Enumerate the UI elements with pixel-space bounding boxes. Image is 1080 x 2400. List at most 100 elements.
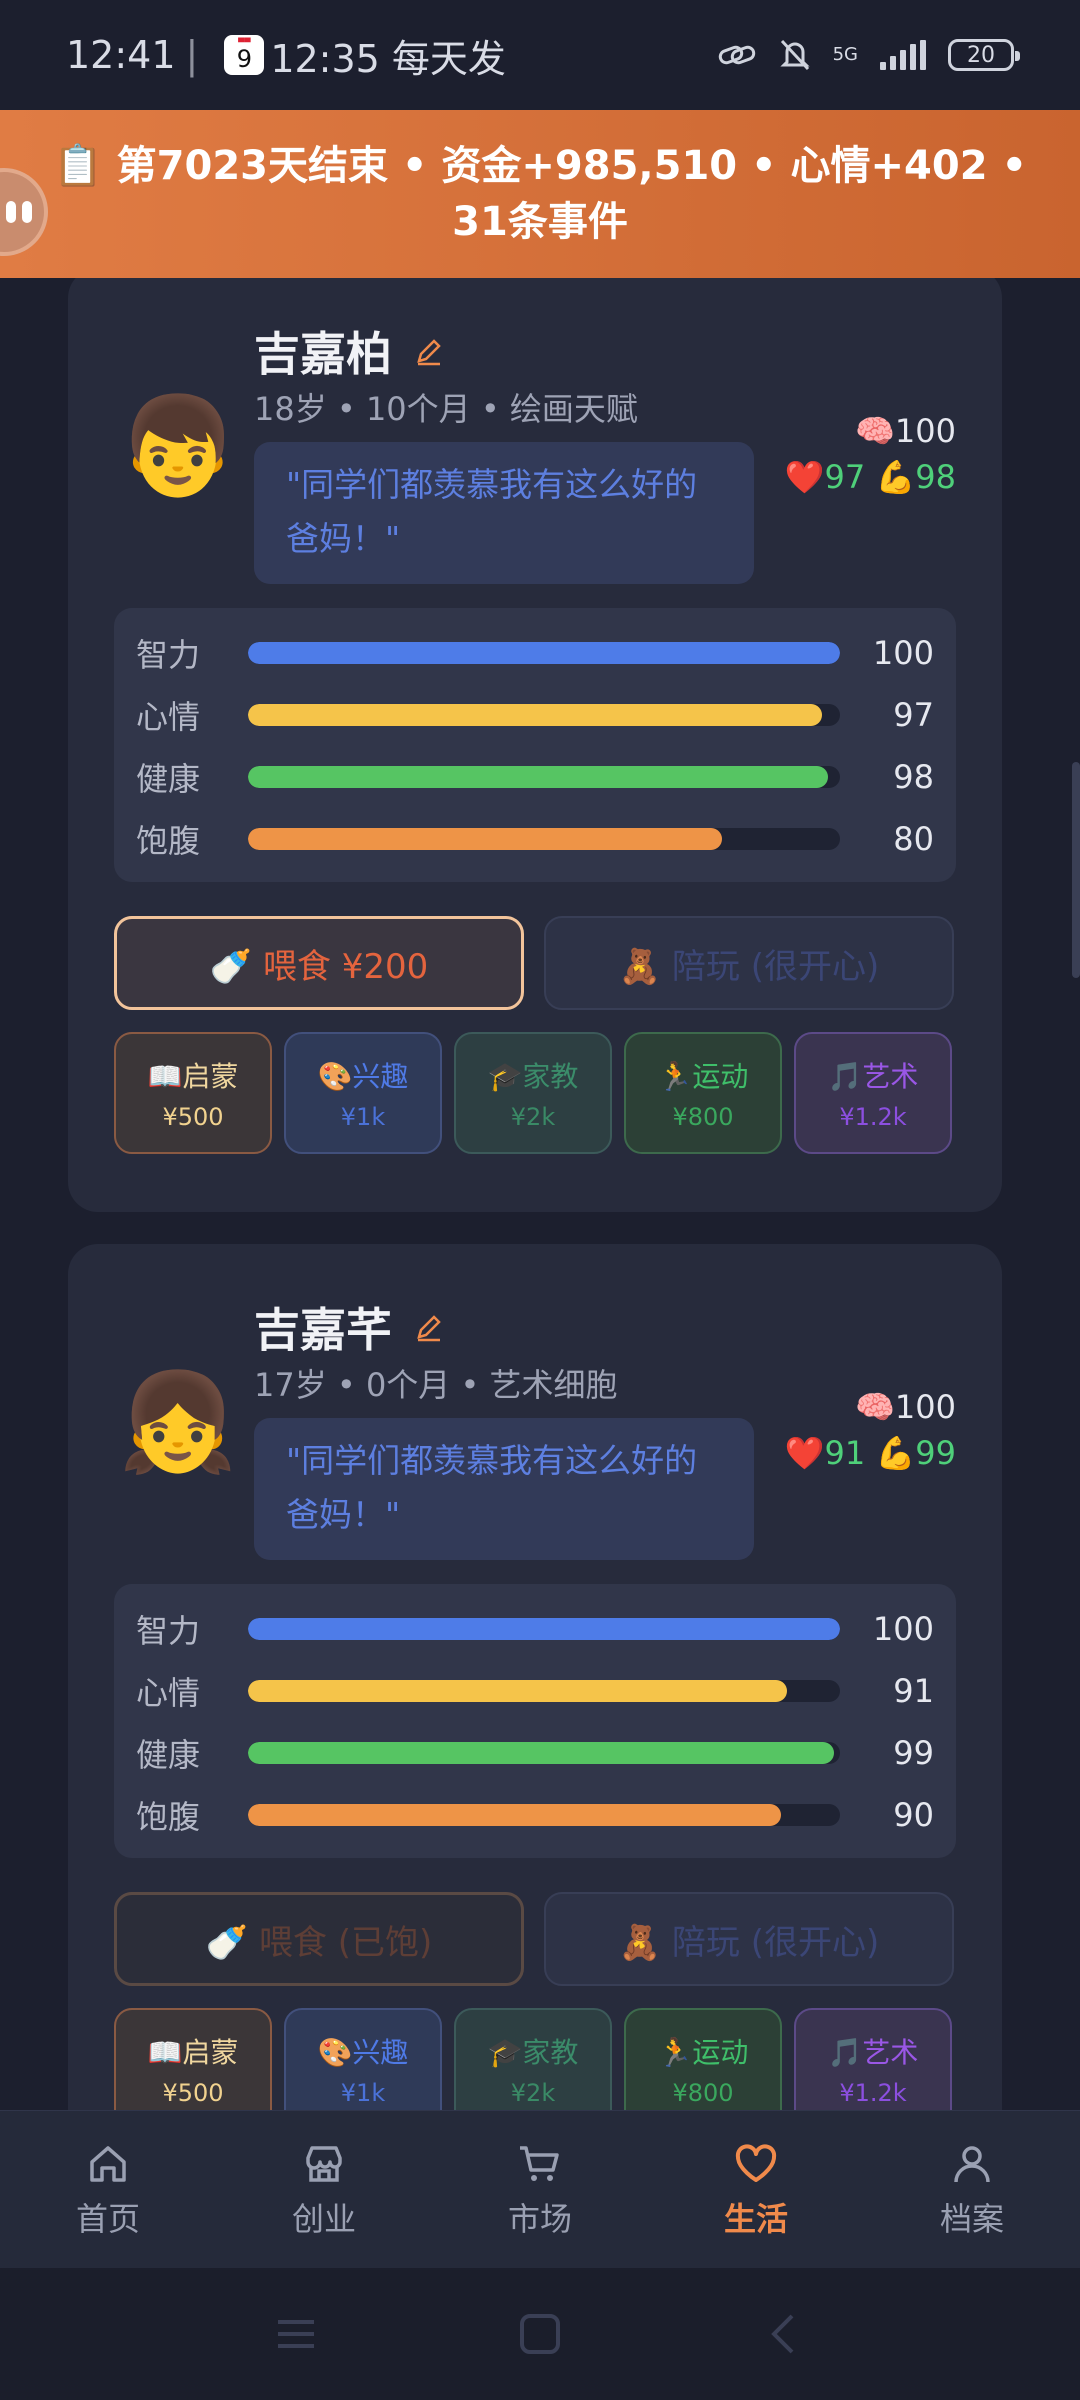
- education-tiles: 📖启蒙 ¥500 🎨兴趣 ¥1k 🎓家教 ¥2k 🏃运动 ¥800 🎵艺术 ¥1.2k: [114, 2008, 952, 2110]
- tile-title: 🏃运动: [657, 2036, 749, 2069]
- nav-label: 市场: [507, 2199, 572, 2238]
- stat-bar-fill: [248, 1680, 787, 1702]
- nav-item-profile[interactable]: 档案: [864, 2111, 1080, 2268]
- tile-sports[interactable]: 🏃运动 ¥800: [624, 2008, 782, 2110]
- edit-pencil-icon[interactable]: [414, 1312, 444, 1342]
- status-separator: |: [185, 33, 199, 77]
- stat-label: 健康: [136, 760, 201, 798]
- child-quote: "同学们都羡慕我有这么好的爸妈！": [254, 442, 754, 584]
- stat-bar-track: [248, 704, 840, 726]
- tile-enlightenment[interactable]: 📖启蒙 ¥500: [114, 2008, 272, 2110]
- mini-iq: 🧠100: [855, 412, 956, 450]
- menu-icon[interactable]: [274, 2312, 318, 2356]
- tile-tutor[interactable]: 🎓家教 ¥2k: [454, 2008, 612, 2110]
- education-tiles: 📖启蒙 ¥500 🎨兴趣 ¥1k 🎓家教 ¥2k 🏃运动 ¥800 🎵艺术 ¥1.2k: [114, 1032, 952, 1154]
- stat-value: 91: [893, 1672, 934, 1710]
- banner-text: 📋 第7023天结束 • 资金+985,510 • 心情+402 • 31条事件: [52, 143, 1028, 245]
- feed-button[interactable]: 🍼 喂食 (已饱): [114, 1892, 524, 1986]
- tile-price: ¥800: [672, 1103, 734, 1131]
- stat-value: 97: [893, 696, 934, 734]
- stat-label: 心情: [136, 698, 201, 736]
- stat-value: 99: [893, 1734, 934, 1772]
- tile-price: ¥500: [162, 2079, 224, 2107]
- child-meta: 17岁 • 0个月 • 艺术细胞: [254, 1366, 618, 1404]
- child-avatar: 👦: [118, 390, 238, 502]
- feed-button[interactable]: 🍼 喂食 ¥200: [114, 916, 524, 1010]
- stat-row: 心情 97: [136, 684, 934, 746]
- status-time: 12:41: [66, 33, 176, 77]
- nav-item-market[interactable]: 市场: [432, 2111, 648, 2268]
- stat-bar-track: [248, 766, 840, 788]
- child-card: 👧 吉嘉芊 17岁 • 0个月 • 艺术细胞 "同学们都羡慕我有这么好的爸妈！"…: [68, 1244, 1002, 2110]
- play-button[interactable]: 🧸 陪玩 (很开心): [544, 1892, 954, 1986]
- stat-bar-track: [248, 1804, 840, 1826]
- stat-row: 健康 99: [136, 1722, 934, 1784]
- tile-enlightenment[interactable]: 📖启蒙 ¥500: [114, 1032, 272, 1154]
- tile-title: 📖启蒙: [147, 1060, 239, 1093]
- status-bar: 12:41 | ▀▀ 9 12:35 每天发 5G 20: [0, 0, 1080, 110]
- nav-label: 生活: [723, 2199, 788, 2238]
- tile-price: ¥2k: [510, 1103, 556, 1131]
- stat-value: 80: [893, 820, 934, 858]
- stat-value: 90: [893, 1796, 934, 1834]
- stat-value: 100: [872, 634, 934, 672]
- mini-mood: ❤️91: [784, 1434, 866, 1472]
- tile-sports[interactable]: 🏃运动 ¥800: [624, 1032, 782, 1154]
- stat-label: 心情: [136, 1674, 201, 1712]
- stat-bar-fill: [248, 1742, 835, 1764]
- stat-bar-fill: [248, 828, 722, 850]
- child-mini-stats: 🧠100 ❤️97 💪98: [785, 408, 956, 500]
- tile-title: 📖启蒙: [147, 2036, 239, 2069]
- child-card: 👦 吉嘉柏 18岁 • 10个月 • 绘画天赋 "同学们都羡慕我有这么好的爸妈！…: [68, 278, 1002, 1212]
- tile-interest[interactable]: 🎨兴趣 ¥1k: [284, 2008, 442, 2110]
- stat-label: 饱腹: [136, 822, 201, 860]
- tile-tutor[interactable]: 🎓家教 ¥2k: [454, 1032, 612, 1154]
- battery-icon: 20: [948, 39, 1020, 71]
- tile-title: 🎵艺术: [827, 1060, 919, 1093]
- stat-row: 健康 98: [136, 746, 934, 808]
- tile-title: 🎵艺术: [827, 2036, 919, 2069]
- back-icon[interactable]: [762, 2312, 806, 2356]
- tile-price: ¥2k: [510, 2079, 556, 2107]
- bottom-nav: 首页 创业 市场 生活 档案: [0, 2110, 1080, 2268]
- tile-price: ¥1k: [340, 2079, 386, 2107]
- tile-price: ¥1.2k: [839, 2079, 907, 2107]
- nav-item-life[interactable]: 生活: [648, 2111, 864, 2268]
- stat-label: 智力: [136, 1612, 201, 1650]
- stat-bar-track: [248, 828, 840, 850]
- stat-value: 100: [872, 1610, 934, 1648]
- status-notification: 12:35 每天发: [270, 36, 506, 81]
- nav-item-business[interactable]: 创业: [216, 2111, 432, 2268]
- tile-title: 🎨兴趣: [317, 2036, 409, 2069]
- child-avatar: 👧: [118, 1366, 238, 1478]
- scrollbar[interactable]: [1072, 762, 1080, 978]
- battery-level: 20: [967, 42, 995, 68]
- stat-row: 饱腹 80: [136, 808, 934, 870]
- home-square-icon[interactable]: [518, 2312, 562, 2356]
- stat-bar-track: [248, 642, 840, 664]
- mini-health: 💪98: [875, 458, 956, 496]
- tile-interest[interactable]: 🎨兴趣 ¥1k: [284, 1032, 442, 1154]
- cart-icon: [520, 2145, 559, 2181]
- play-button[interactable]: 🧸 陪玩 (很开心): [544, 916, 954, 1010]
- stat-bar-fill: [248, 704, 823, 726]
- child-quote: "同学们都羡慕我有这么好的爸妈！": [254, 1418, 754, 1560]
- mini-health: 💪99: [875, 1434, 956, 1472]
- mini-iq: 🧠100: [855, 1388, 956, 1426]
- nav-label: 档案: [939, 2199, 1004, 2238]
- tile-title: 🎨兴趣: [317, 1060, 409, 1093]
- shop-icon: [306, 2145, 342, 2182]
- child-name-row: 吉嘉柏: [254, 318, 444, 384]
- nav-item-home[interactable]: 首页: [0, 2111, 216, 2268]
- children-list[interactable]: 👦 吉嘉柏 18岁 • 10个月 • 绘画天赋 "同学们都羡慕我有这么好的爸妈！…: [0, 278, 1080, 2110]
- stat-row: 智力 100: [136, 1598, 934, 1660]
- stat-bar-fill: [248, 642, 840, 664]
- edit-pencil-icon[interactable]: [414, 336, 444, 366]
- stat-row: 饱腹 90: [136, 1784, 934, 1846]
- tile-art[interactable]: 🎵艺术 ¥1.2k: [794, 1032, 952, 1154]
- stat-bar-track: [248, 1680, 840, 1702]
- stat-bar-fill: [248, 1618, 840, 1640]
- stats-panel: 智力 100 心情 91 健康 99 饱腹 90: [114, 1584, 956, 1858]
- stat-value: 98: [893, 758, 934, 796]
- tile-art[interactable]: 🎵艺术 ¥1.2k: [794, 2008, 952, 2110]
